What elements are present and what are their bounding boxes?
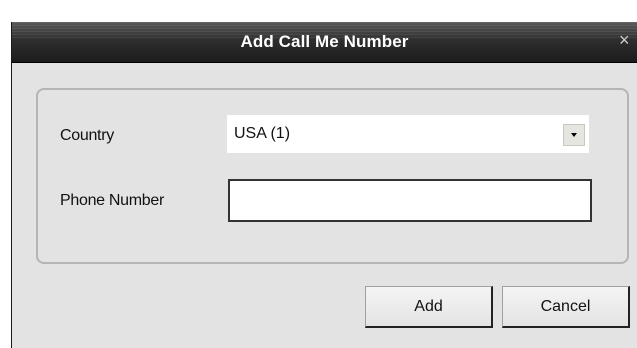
close-icon[interactable]: ×: [619, 28, 635, 52]
add-button[interactable]: Add: [365, 286, 493, 328]
country-select-value: USA (1): [234, 125, 291, 142]
dialog-title: Add Call Me Number: [240, 32, 409, 51]
title-bar[interactable]: Add Call Me Number ×: [12, 22, 637, 63]
cancel-button[interactable]: Cancel: [502, 286, 630, 328]
country-select[interactable]: USA (1): [227, 115, 589, 153]
phone-number-label: Phone Number: [60, 192, 165, 209]
country-label: Country: [60, 127, 114, 144]
form-group-box: Country USA (1) Phone Number: [36, 88, 629, 264]
add-call-me-number-dialog: Add Call Me Number × Country USA (1) Pho…: [11, 22, 637, 348]
chevron-down-icon[interactable]: [563, 124, 585, 146]
phone-number-input[interactable]: [228, 179, 592, 222]
